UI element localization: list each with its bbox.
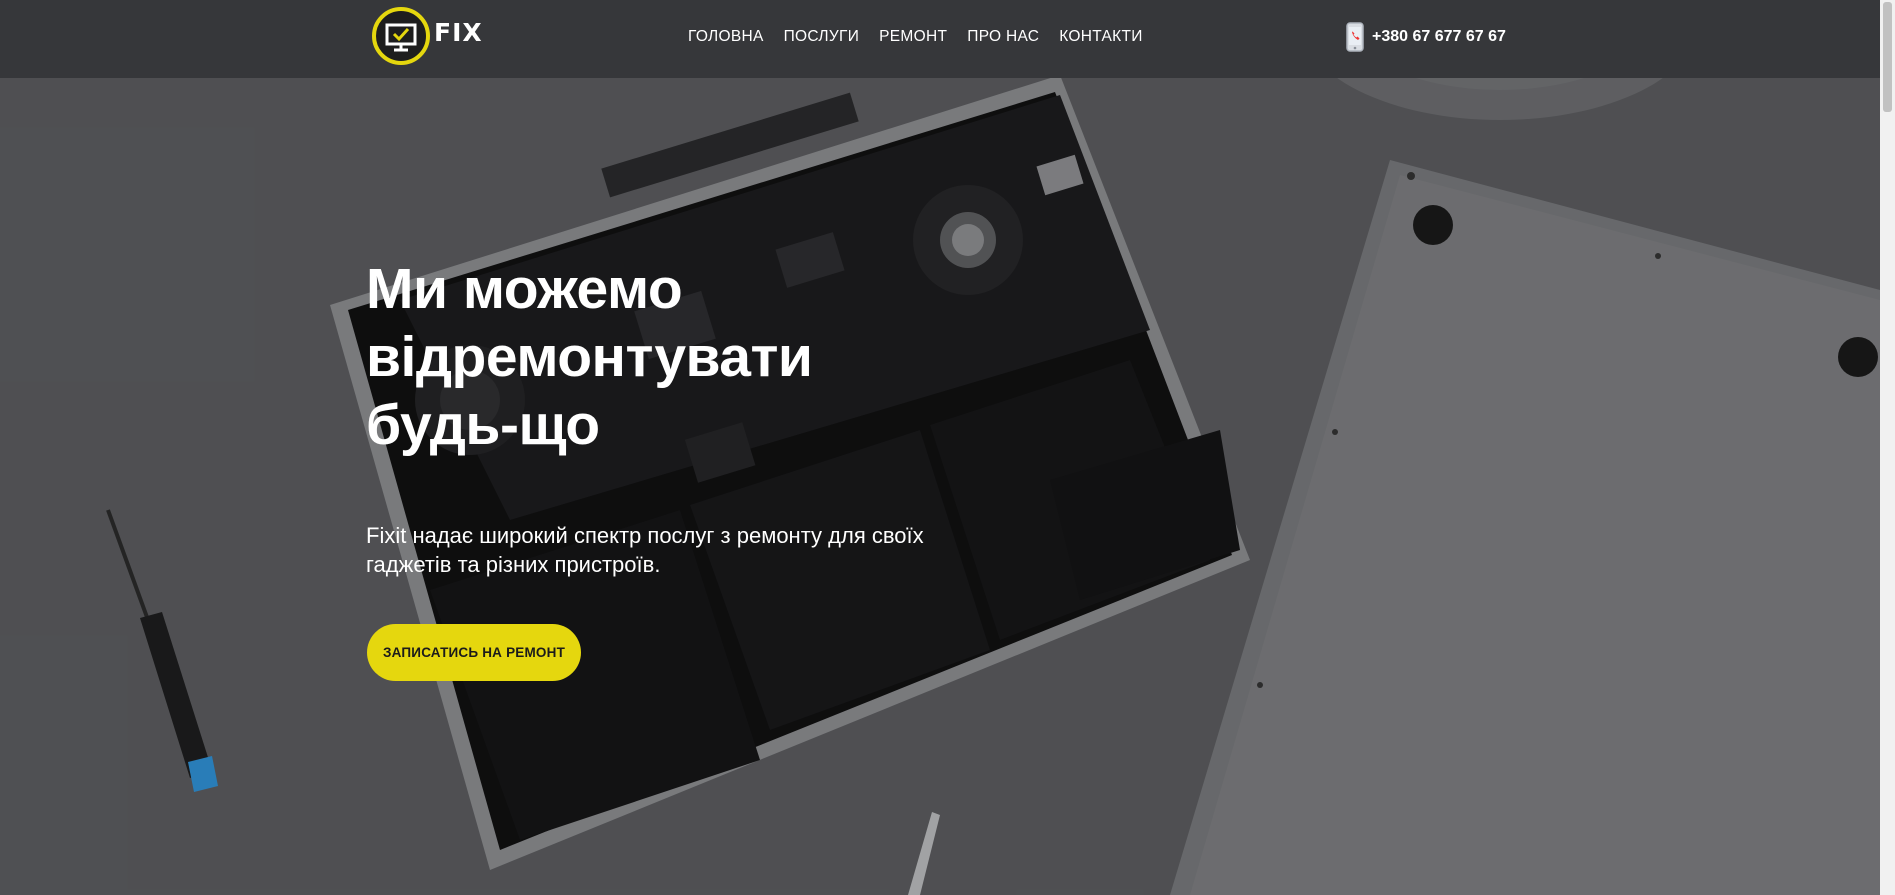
phone-contact[interactable]: +380 67 677 67 67: [1346, 22, 1506, 52]
hero-title-line: відремонтувати: [366, 325, 813, 389]
nav-item-repair[interactable]: РЕМОНТ: [879, 28, 947, 46]
hero-title: Ми можемо відремонтувати будь-що: [366, 255, 1066, 459]
nav-item-services[interactable]: ПОСЛУГИ: [784, 28, 860, 46]
phone-number[interactable]: +380 67 677 67 67: [1372, 28, 1506, 46]
hero-title-line: Ми можемо: [366, 257, 683, 321]
book-repair-button[interactable]: ЗАПИСАТИСЬ НА РЕМОНТ: [367, 624, 581, 681]
hero-title-line: будь-що: [366, 393, 600, 457]
smartphone-icon: [1346, 22, 1364, 52]
scrollbar[interactable]: [1880, 0, 1895, 895]
hero-subtitle: Fixit надає широкий спектр послуг з ремо…: [366, 523, 924, 577]
monitor-check-icon: [372, 7, 430, 65]
nav-item-home[interactable]: ГОЛОВНА: [688, 28, 764, 46]
nav-item-contacts[interactable]: КОНТАКТИ: [1059, 28, 1142, 46]
main-nav: ГОЛОВНА ПОСЛУГИ РЕМОНТ ПРО НАС КОНТАКТИ: [688, 28, 1163, 46]
hero-content: Ми можемо відремонтувати будь-що Fixit н…: [366, 255, 1066, 579]
logo-text: FIX: [434, 18, 483, 47]
site-header: FIX ГОЛОВНА ПОСЛУГИ РЕМОНТ ПРО НАС КОНТА…: [0, 0, 1880, 78]
scrollbar-thumb[interactable]: [1883, 2, 1892, 112]
logo[interactable]: FIX: [370, 6, 510, 66]
nav-item-about[interactable]: ПРО НАС: [967, 28, 1039, 46]
